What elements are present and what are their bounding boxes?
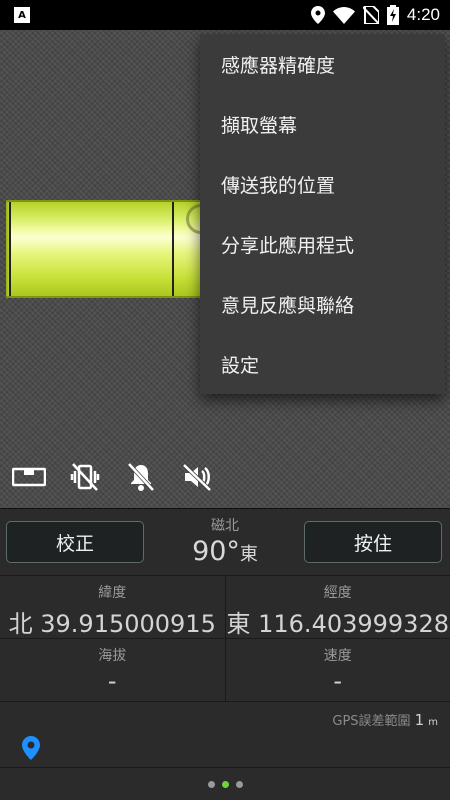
longitude-label: 經度 <box>323 585 352 601</box>
calibrate-button[interactable]: 校正 <box>6 521 144 563</box>
heading-display: 磁北 90°東 <box>150 515 300 567</box>
page-dot-2[interactable] <box>221 781 229 788</box>
heading-value: 90°東 <box>150 536 300 567</box>
speed-cell: 速度 - <box>224 639 450 701</box>
gps-accuracy-label: GPS誤差範圍 <box>332 714 411 729</box>
overflow-menu: 感應器精確度 擷取螢幕 傳送我的位置 分享此應用程式 意見反應與聯絡 設定 <box>200 34 445 394</box>
wifi-icon <box>332 6 355 24</box>
gps-accuracy: GPS誤差範圍 1 m <box>332 710 438 729</box>
status-bar: A 4:20 <box>0 0 450 30</box>
vibrate-off-icon[interactable] <box>68 460 102 494</box>
app-notification-icon: A <box>14 7 30 23</box>
menu-item-sensor-accuracy[interactable]: 感應器精確度 <box>200 34 445 94</box>
menu-item-feedback[interactable]: 意見反應與聯絡 <box>200 274 445 334</box>
menu-item-screenshot[interactable]: 擷取螢幕 <box>200 94 445 154</box>
menu-item-settings[interactable]: 設定 <box>200 334 445 394</box>
location-pin-icon[interactable] <box>22 736 40 764</box>
speed-value: - <box>333 667 343 695</box>
clock: 4:20 <box>406 5 440 24</box>
coordinates-row: 緯度 北 39.915000915 經度 東 116.403999328 <box>0 575 450 638</box>
volume-off-icon[interactable] <box>180 460 214 494</box>
bubble-vial <box>6 200 218 298</box>
battery-charging-icon <box>386 5 399 25</box>
heading-row: 校正 磁北 90°東 按住 <box>0 509 450 575</box>
longitude-cell: 經度 東 116.403999328 <box>224 576 450 638</box>
latitude-value: 北 39.915000915 <box>8 610 216 638</box>
speed-label: 速度 <box>323 648 352 664</box>
gps-row: GPS誤差範圍 1 m <box>0 701 450 767</box>
gps-accuracy-value: 1 <box>414 711 425 729</box>
altitude-label: 海拔 <box>98 648 127 664</box>
heading-label: 磁北 <box>211 518 239 534</box>
page-dot-3[interactable] <box>235 781 243 788</box>
toolbar <box>12 460 214 494</box>
menu-item-share-app[interactable]: 分享此應用程式 <box>200 214 445 274</box>
altitude-value: - <box>107 667 117 695</box>
notifications-off-icon[interactable] <box>124 460 158 494</box>
heading-degrees: 90° <box>192 536 240 567</box>
gps-accuracy-unit: m <box>428 717 438 728</box>
hold-button[interactable]: 按住 <box>304 521 442 563</box>
longitude-value: 東 116.403999328 <box>226 610 450 638</box>
latitude-cell: 緯度 北 39.915000915 <box>0 576 225 638</box>
altitude-cell: 海拔 - <box>0 639 225 701</box>
heading-direction: 東 <box>239 544 258 565</box>
page-dot-1[interactable] <box>207 781 215 788</box>
page-indicator <box>0 767 450 800</box>
vial-marker-left <box>9 202 11 296</box>
altitude-speed-row: 海拔 - 速度 - <box>0 638 450 701</box>
info-panel: 校正 磁北 90°東 按住 緯度 北 39.915000915 經度 東 116… <box>0 508 450 800</box>
latitude-label: 緯度 <box>98 585 127 601</box>
no-sim-icon <box>362 6 379 24</box>
vial-marker-right <box>172 202 174 296</box>
menu-item-send-location[interactable]: 傳送我的位置 <box>200 154 445 214</box>
location-icon <box>310 6 325 24</box>
level-icon[interactable] <box>12 460 46 494</box>
